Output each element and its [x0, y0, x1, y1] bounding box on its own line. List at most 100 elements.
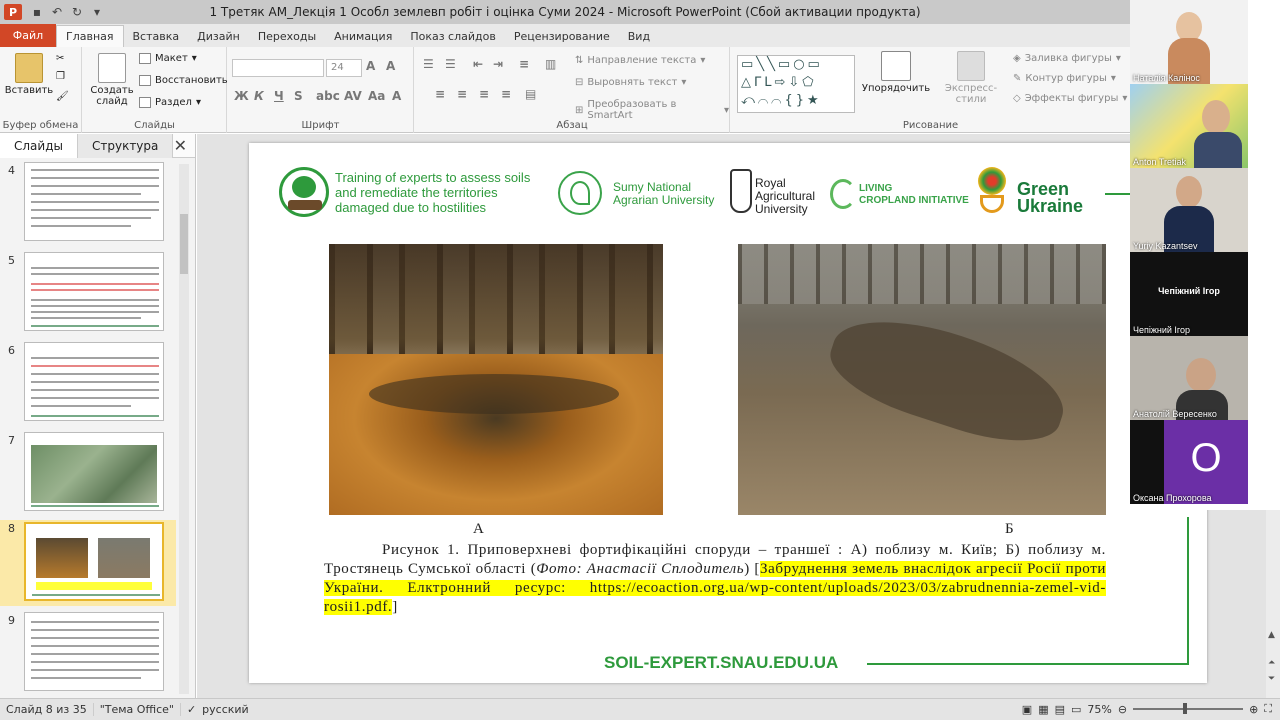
- tab-file[interactable]: Файл: [0, 24, 56, 47]
- label-b: Б: [1005, 521, 1014, 537]
- font-name-select[interactable]: [232, 59, 324, 77]
- customize-qat-icon[interactable]: ▾: [90, 5, 104, 19]
- drawing-group: ▭╲╲▭○▭ △ᒥᒪ⇨⇩⬠ ⤺⌒⌒{}★ Упорядочить Экспресс-…: [731, 47, 1130, 133]
- distribute-button[interactable]: ▤: [525, 87, 536, 101]
- clipboard-group: Вставить ✂ ❐ 🖌 Буфер обмена: [0, 47, 82, 133]
- slide-canvas: Training of experts to assess soils and …: [197, 134, 1266, 698]
- tab-review[interactable]: Рецензирование: [505, 26, 619, 47]
- tab-slides-panel[interactable]: Слайды: [0, 133, 78, 158]
- participant-tile[interactable]: Анатолій Вересенко: [1130, 336, 1248, 420]
- zoom-out-icon[interactable]: ⊖: [1118, 703, 1127, 716]
- participant-tile[interactable]: Наталія Калінос: [1130, 0, 1248, 84]
- redo-icon[interactable]: ↻: [70, 5, 84, 19]
- align-text-icon: ⊟: [575, 77, 584, 88]
- panel-scrollbar[interactable]: [179, 164, 189, 694]
- smartart-button[interactable]: ⊞ Преобразовать в SmartArt ▾: [575, 99, 729, 121]
- align-left-button[interactable]: ≡: [435, 87, 445, 101]
- align-text-button[interactable]: ⊟ Выровнять текст ▾: [575, 77, 686, 88]
- slideshow-view-icon[interactable]: ▭: [1071, 703, 1081, 716]
- paragraph-label: Абзац: [556, 120, 588, 131]
- layout-icon: [139, 53, 151, 64]
- participant-tile[interactable]: Anton Tretiak: [1130, 84, 1248, 168]
- italic-button[interactable]: К: [254, 89, 264, 103]
- shrink-font-button[interactable]: A: [386, 59, 395, 73]
- paste-button[interactable]: Вставить: [5, 53, 53, 96]
- close-panel-icon[interactable]: ✕: [174, 136, 187, 155]
- spacing-button[interactable]: AV: [344, 89, 362, 103]
- font-size-select[interactable]: 24: [326, 59, 362, 77]
- fit-slide-icon[interactable]: ⛶: [1264, 702, 1272, 716]
- cut-button[interactable]: ✂: [56, 53, 64, 64]
- shape-fill-button[interactable]: ◈ Заливка фигуры ▾: [1013, 53, 1121, 64]
- columns-button[interactable]: ▥: [545, 57, 556, 71]
- save-icon[interactable]: ▪: [30, 5, 44, 19]
- shape-outline-button[interactable]: ✎ Контур фигуры ▾: [1013, 73, 1116, 84]
- normal-view-icon[interactable]: ▣: [1022, 703, 1032, 716]
- copy-button[interactable]: ❐: [56, 71, 65, 82]
- tab-insert[interactable]: Вставка: [124, 26, 189, 47]
- participant-face: [1202, 100, 1230, 134]
- slide-thumbnail[interactable]: 6: [0, 342, 176, 424]
- participant-tile[interactable]: Yuriy Kazantsev: [1130, 168, 1248, 252]
- numbering-button[interactable]: ☰: [445, 57, 456, 71]
- underline-button[interactable]: Ч: [274, 89, 284, 103]
- participant-tile[interactable]: О Оксана Прохорова: [1130, 420, 1248, 504]
- bullets-button[interactable]: ☰: [423, 57, 434, 71]
- align-right-button[interactable]: ≡: [479, 87, 489, 101]
- arrange-button[interactable]: Упорядочить: [861, 51, 931, 94]
- window-title: 1 Третяк АМ_Лекція 1 Особл землевп робіт…: [209, 5, 921, 19]
- line-spacing-button[interactable]: ≡: [519, 57, 529, 71]
- grow-font-button[interactable]: A: [366, 59, 375, 73]
- tab-transitions[interactable]: Переходы: [249, 26, 325, 47]
- text-direction-button[interactable]: ⇅ Направление текста ▾: [575, 55, 705, 66]
- tab-home[interactable]: Главная: [56, 25, 124, 47]
- zoom-level[interactable]: 75%: [1087, 703, 1111, 716]
- scroll-up-icon[interactable]: ▲: [1268, 630, 1275, 640]
- prev-slide-icon[interactable]: ⏶: [1268, 658, 1275, 668]
- trench-photo-a: [329, 244, 663, 515]
- tab-design[interactable]: Дизайн: [188, 26, 249, 47]
- format-painter-button[interactable]: 🖌: [56, 91, 69, 102]
- bold-button[interactable]: Ж: [234, 89, 249, 103]
- shape-effects-button[interactable]: ◇ Эффекты фигуры ▾: [1013, 93, 1127, 104]
- slide-thumbnail[interactable]: 9: [0, 612, 176, 694]
- caption-end: ]: [392, 599, 398, 615]
- zoom-slider[interactable]: [1133, 703, 1244, 714]
- next-slide-icon[interactable]: ⏷: [1268, 674, 1275, 684]
- slide-thumbnail-selected[interactable]: 8: [0, 520, 176, 606]
- reset-button[interactable]: Восстановить: [139, 75, 228, 86]
- rau-crest-icon: [730, 169, 752, 213]
- tab-outline-panel[interactable]: Структура: [77, 133, 174, 158]
- outline-pen-icon: ✎: [1013, 73, 1022, 84]
- decrease-indent-button[interactable]: ⇤: [473, 57, 483, 71]
- sorter-view-icon[interactable]: ▦: [1038, 703, 1048, 716]
- tab-view[interactable]: Вид: [619, 26, 659, 47]
- language-indicator[interactable]: ✓ русский: [181, 703, 255, 716]
- tab-slideshow[interactable]: Показ слайдов: [401, 26, 505, 47]
- quick-styles-button[interactable]: Экспресс-стили: [931, 51, 1011, 105]
- shapes-gallery[interactable]: ▭╲╲▭○▭ △ᒥᒪ⇨⇩⬠ ⤺⌒⌒{}★: [737, 55, 855, 113]
- zoom-in-icon[interactable]: ⊕: [1249, 703, 1258, 716]
- change-case-button[interactable]: Aa: [368, 89, 385, 103]
- justify-button[interactable]: ≡: [501, 87, 511, 101]
- scissors-icon: ✂: [56, 53, 65, 64]
- slide-thumbnail[interactable]: 5: [0, 252, 176, 334]
- reading-view-icon[interactable]: ▤: [1055, 703, 1065, 716]
- slide-thumbnail[interactable]: 4: [0, 162, 176, 244]
- layout-button[interactable]: Макет ▾: [139, 53, 197, 64]
- align-center-button[interactable]: ≡: [457, 87, 467, 101]
- new-slide-button[interactable]: Создать слайд: [89, 53, 135, 107]
- theme-name[interactable]: "Тема Office": [94, 703, 181, 716]
- strikethrough-button[interactable]: abc: [316, 89, 340, 103]
- font-group: 24 A A Ж К Ч S abc AV Aa A Шрифт: [228, 47, 414, 133]
- slide-thumbnail[interactable]: 7: [0, 432, 176, 514]
- participant-tile[interactable]: Чепіжний Ігор Чепіжний Ігор: [1130, 252, 1248, 336]
- slide[interactable]: Training of experts to assess soils and …: [249, 143, 1207, 683]
- shadow-button[interactable]: S: [294, 89, 303, 103]
- undo-icon[interactable]: ↶: [50, 5, 64, 19]
- section-button[interactable]: Раздел ▾: [139, 97, 201, 108]
- increase-indent-button[interactable]: ⇥: [493, 57, 503, 71]
- tab-animation[interactable]: Анимация: [325, 26, 401, 47]
- font-color-button[interactable]: A: [392, 89, 401, 103]
- participant-face: [1186, 358, 1216, 392]
